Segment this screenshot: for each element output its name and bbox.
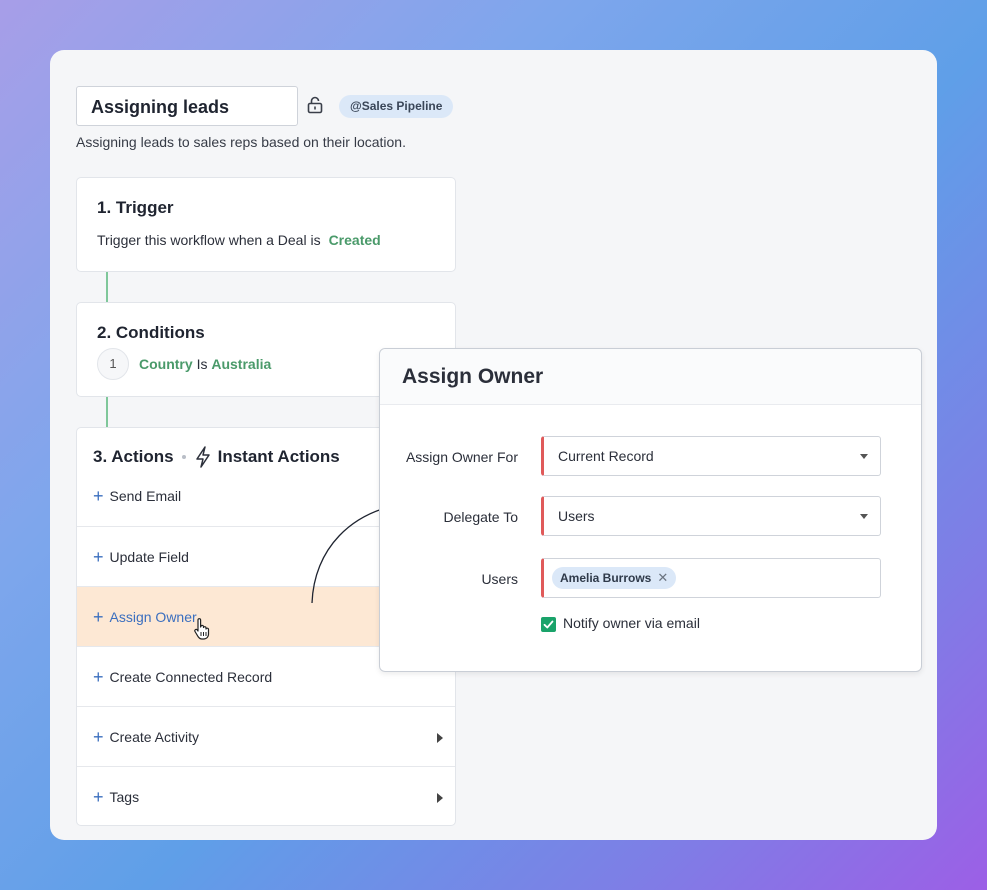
caret-down-icon — [860, 514, 868, 519]
users-input[interactable]: Amelia Burrows ✕ — [541, 558, 881, 598]
actions-header: 3. Actions Instant Actions — [93, 446, 340, 468]
connector-line — [106, 272, 108, 302]
lock-icon[interactable] — [306, 96, 324, 114]
plus-icon: + — [93, 606, 104, 627]
chevron-right-icon — [437, 793, 443, 803]
workflow-name-field[interactable]: Assigning leads — [76, 86, 298, 126]
condition-value[interactable]: Australia — [211, 356, 271, 372]
trigger-section[interactable]: 1. Trigger Trigger this workflow when a … — [76, 177, 456, 272]
trigger-title: 1. Trigger — [97, 198, 174, 217]
plus-icon: + — [93, 786, 104, 807]
actions-title: 3. Actions — [93, 447, 174, 466]
trigger-description: Trigger this workflow when a Deal is Crea… — [97, 232, 381, 248]
assign-owner-dialog: Assign Owner Assign Owner For Current Re… — [379, 348, 922, 672]
conditions-title: 2. Conditions — [97, 323, 205, 342]
condition-field[interactable]: Country — [139, 356, 193, 372]
trigger-text: Trigger this workflow when a Deal is — [97, 232, 321, 248]
plus-icon: + — [93, 726, 104, 747]
plus-icon: + — [93, 546, 104, 567]
user-chip: Amelia Burrows ✕ — [552, 567, 677, 589]
action-label: Create Activity — [109, 728, 199, 745]
check-icon — [543, 620, 554, 629]
condition-rule: Country Is Australia — [139, 356, 271, 372]
delegate-to-label: Delegate To — [443, 509, 518, 525]
notify-checkbox[interactable] — [541, 617, 556, 632]
hand-cursor-icon — [194, 618, 210, 640]
action-item-tags[interactable]: + Tags — [77, 766, 455, 825]
caret-down-icon — [860, 454, 868, 459]
lightning-icon — [195, 446, 210, 468]
action-label: Assign Owner — [109, 608, 197, 625]
action-label: Create Connected Record — [109, 668, 273, 685]
action-label: Send Email — [109, 488, 182, 504]
connector-line — [106, 397, 108, 427]
plus-icon: + — [93, 666, 104, 687]
delegate-to-select[interactable]: Users — [541, 496, 881, 536]
condition-operator: Is — [196, 356, 208, 372]
action-label: Tags — [109, 788, 140, 805]
trigger-value[interactable]: Created — [329, 232, 381, 248]
condition-number: 1 — [97, 348, 129, 380]
chevron-right-icon — [437, 733, 443, 743]
assign-owner-for-label: Assign Owner For — [405, 449, 518, 465]
module-tag: @Sales Pipeline — [339, 95, 454, 118]
action-label: Update Field — [109, 548, 189, 565]
assign-owner-for-value: Current Record — [558, 448, 654, 464]
notify-label[interactable]: Notify owner via email — [563, 615, 700, 631]
close-icon[interactable]: ✕ — [657, 570, 668, 586]
user-chip-label: Amelia Burrows — [560, 571, 652, 585]
delegate-to-value: Users — [558, 508, 595, 524]
assign-owner-for-select[interactable]: Current Record — [541, 436, 881, 476]
users-label: Users — [481, 571, 518, 587]
workflow-description: Assigning leads to sales reps based on t… — [76, 134, 406, 150]
instant-actions-label: Instant Actions — [217, 447, 340, 466]
workflow-card: Assigning leads @Sales Pipeline Assignin… — [50, 50, 937, 840]
separator-dot — [181, 455, 186, 459]
plus-icon: + — [93, 486, 104, 506]
action-item-create-activity[interactable]: + Create Activity — [77, 706, 455, 766]
dialog-title: Assign Owner — [402, 365, 544, 388]
